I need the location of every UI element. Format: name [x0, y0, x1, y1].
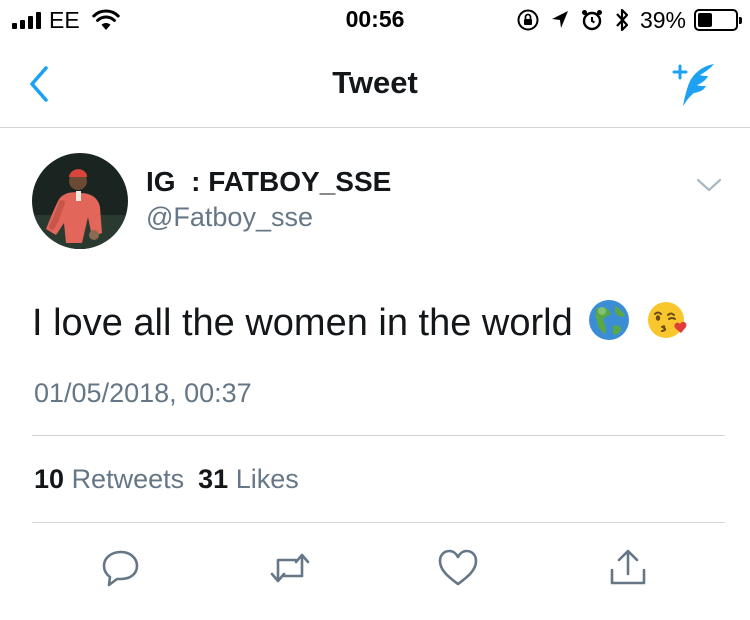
rotation-lock-icon	[517, 9, 539, 31]
display-name[interactable]: IG : FATBOY_SSE	[146, 166, 391, 198]
retweets-label: Retweets	[71, 464, 185, 494]
chevron-down-icon[interactable]	[696, 176, 722, 194]
likes-label: Likes	[235, 464, 299, 494]
divider	[32, 435, 725, 436]
likes-count: 31	[198, 464, 229, 494]
like-icon[interactable]	[436, 546, 480, 590]
retweets-count: 10	[34, 464, 65, 494]
page-title: Tweet	[332, 65, 418, 100]
tweet-text: I love all the women in the world	[32, 298, 690, 345]
share-icon[interactable]	[606, 546, 650, 590]
retweet-icon[interactable]	[268, 546, 312, 590]
location-arrow-icon	[551, 11, 568, 28]
status-bar: EE 00:56 39%	[0, 0, 750, 40]
engagement-stats: 10 Retweets 31 Likes	[34, 464, 299, 495]
status-right: 39%	[516, 6, 742, 34]
alarm-icon	[581, 10, 602, 31]
avatar[interactable]	[32, 153, 128, 249]
reply-icon[interactable]	[99, 546, 143, 590]
compose-tweet-icon[interactable]	[668, 60, 720, 108]
divider	[32, 522, 725, 523]
user-handle[interactable]: @Fatboy_sse	[146, 202, 313, 233]
nav-bar: Tweet	[0, 40, 750, 128]
bluetooth-icon	[616, 8, 629, 32]
tweet-body-text: I love all the women in the world	[32, 302, 573, 344]
battery-percent: 39%	[639, 6, 686, 33]
battery-icon	[694, 9, 742, 31]
avatar-photo	[32, 153, 128, 249]
globe-americas-emoji	[589, 300, 630, 340]
tweet-timestamp: 01/05/2018, 00:37	[34, 378, 252, 408]
tweet-actions	[0, 546, 750, 590]
battery-level-fill	[698, 13, 713, 27]
face-blowing-kiss-emoji	[647, 302, 687, 338]
likes-stat[interactable]: 31 Likes	[198, 464, 299, 494]
retweets-stat[interactable]: 10 Retweets	[34, 464, 184, 494]
